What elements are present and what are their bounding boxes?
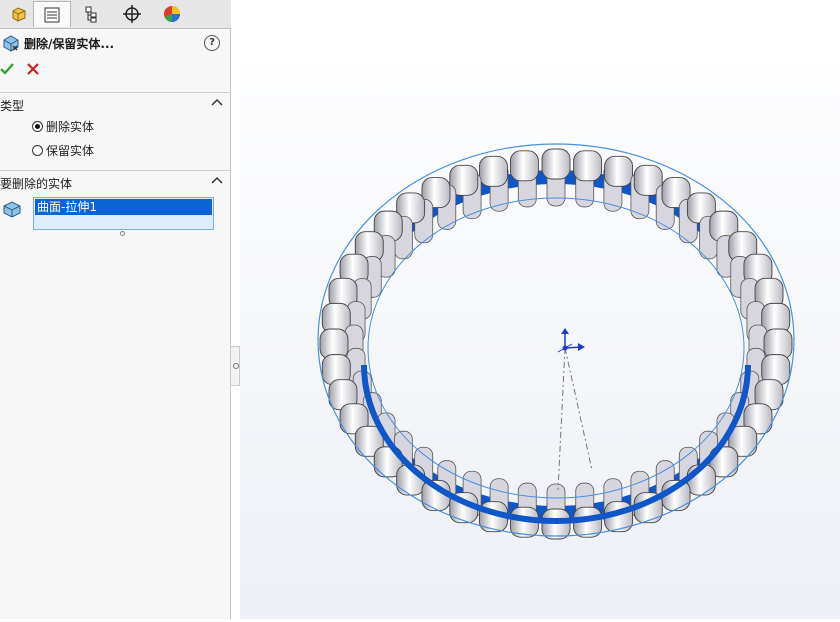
panel-tab-bar	[0, 0, 231, 29]
ring-model-view	[240, 0, 840, 619]
type-section-title: 类型	[0, 99, 25, 113]
property-manager-icon	[44, 7, 60, 22]
chevron-up-icon[interactable]	[211, 98, 223, 106]
solid-body-icon	[3, 201, 21, 218]
tab-configuration-manager[interactable]	[73, 1, 111, 27]
crosshair-icon	[123, 5, 141, 23]
radio-keep-bodies[interactable]: 保留实体	[32, 142, 94, 158]
radio-label-delete-bodies: 删除实体	[46, 119, 95, 134]
help-icon[interactable]: ?	[204, 35, 220, 51]
type-section-header[interactable]: 类型	[0, 92, 231, 113]
graphics-viewport[interactable]	[240, 0, 840, 619]
cancel-x-icon[interactable]	[26, 62, 40, 76]
display-pie-icon	[164, 6, 180, 22]
feature-tree-icon	[12, 7, 26, 22]
radio-delete-bodies[interactable]: 删除实体	[32, 118, 94, 134]
tab-dimxpert-manager[interactable]	[113, 1, 151, 27]
chevron-up-icon[interactable]	[211, 176, 223, 184]
delete-keep-body-icon	[3, 35, 19, 52]
ok-check-icon[interactable]	[0, 62, 14, 76]
tab-display-manager[interactable]	[153, 1, 191, 27]
property-manager-panel: 删除/保留实体... ? 类型 删除实体 保留实体 要删除的实体 曲面-拉伸1	[0, 0, 231, 619]
bodies-selection-list[interactable]: 曲面-拉伸1	[33, 197, 214, 230]
tab-property-manager[interactable]	[33, 1, 71, 27]
panel-splitter-handle[interactable]	[231, 346, 240, 386]
radio-button-selected[interactable]	[32, 120, 43, 132]
list-item[interactable]: 曲面-拉伸1	[35, 199, 212, 215]
bodies-section-header[interactable]: 要删除的实体	[0, 170, 231, 191]
radio-button[interactable]	[32, 144, 43, 156]
configuration-manager-icon	[85, 6, 97, 23]
list-resize-handle[interactable]	[120, 231, 125, 236]
panel-title: 删除/保留实体...	[24, 37, 115, 51]
bodies-section-title: 要删除的实体	[0, 177, 73, 191]
panel-title-row: 删除/保留实体... ?	[0, 32, 231, 54]
radio-label-keep-bodies: 保留实体	[46, 143, 95, 158]
